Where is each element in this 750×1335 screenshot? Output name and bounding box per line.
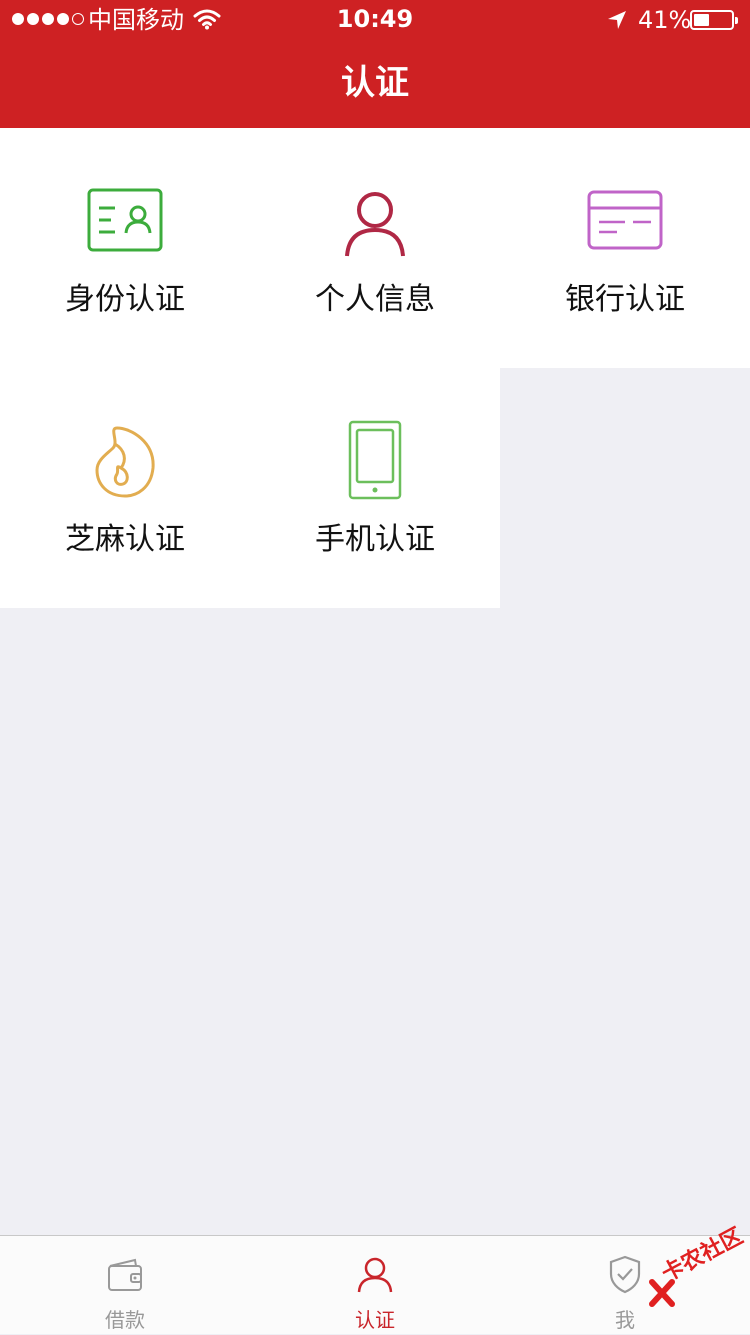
person-icon xyxy=(357,1257,393,1293)
tile-sesame-verification[interactable]: 芝麻认证 xyxy=(0,368,250,608)
battery-percent: 41% xyxy=(638,6,692,34)
tab-label: 认证 xyxy=(355,1308,395,1332)
tile-label: 身份认证 xyxy=(65,282,185,317)
battery-nub xyxy=(735,17,738,24)
id-card-icon xyxy=(87,188,163,252)
battery-icon xyxy=(690,10,738,30)
tab-label: 我 xyxy=(615,1308,635,1332)
tile-label: 个人信息 xyxy=(315,282,435,317)
tile-phone-verification[interactable]: 手机认证 xyxy=(250,368,500,608)
wallet-icon xyxy=(108,1258,142,1291)
person-icon xyxy=(345,192,405,257)
top-bar: 中国移动 10:49 41% 认证 xyxy=(0,0,750,128)
phone-icon xyxy=(348,420,402,500)
shield-check-icon xyxy=(609,1255,641,1294)
watermark-text: 卡农社区 xyxy=(657,1223,748,1288)
tile-label: 银行认证 xyxy=(565,282,685,317)
tab-loan[interactable]: 借款 xyxy=(0,1236,250,1335)
tile-bank-verification[interactable]: 银行认证 xyxy=(500,128,750,368)
location-arrow-icon xyxy=(608,11,626,29)
status-bar: 中国移动 10:49 41% xyxy=(0,0,750,40)
watermark-logo: 卡农社区 xyxy=(648,1224,747,1310)
tile-label: 手机认证 xyxy=(315,522,435,557)
battery-fill xyxy=(694,14,709,26)
tab-verification[interactable]: 认证 xyxy=(250,1236,500,1335)
tile-personal-info[interactable]: 个人信息 xyxy=(250,128,500,368)
tile-label: 芝麻认证 xyxy=(65,522,185,557)
page-title: 认证 xyxy=(341,63,409,103)
tile-identity-verification[interactable]: 身份认证 xyxy=(0,128,250,368)
tab-bar: 借款 认证 我 xyxy=(0,1235,750,1334)
tab-label: 借款 xyxy=(105,1308,145,1332)
bank-card-icon xyxy=(587,190,663,250)
sesame-icon xyxy=(95,426,155,498)
